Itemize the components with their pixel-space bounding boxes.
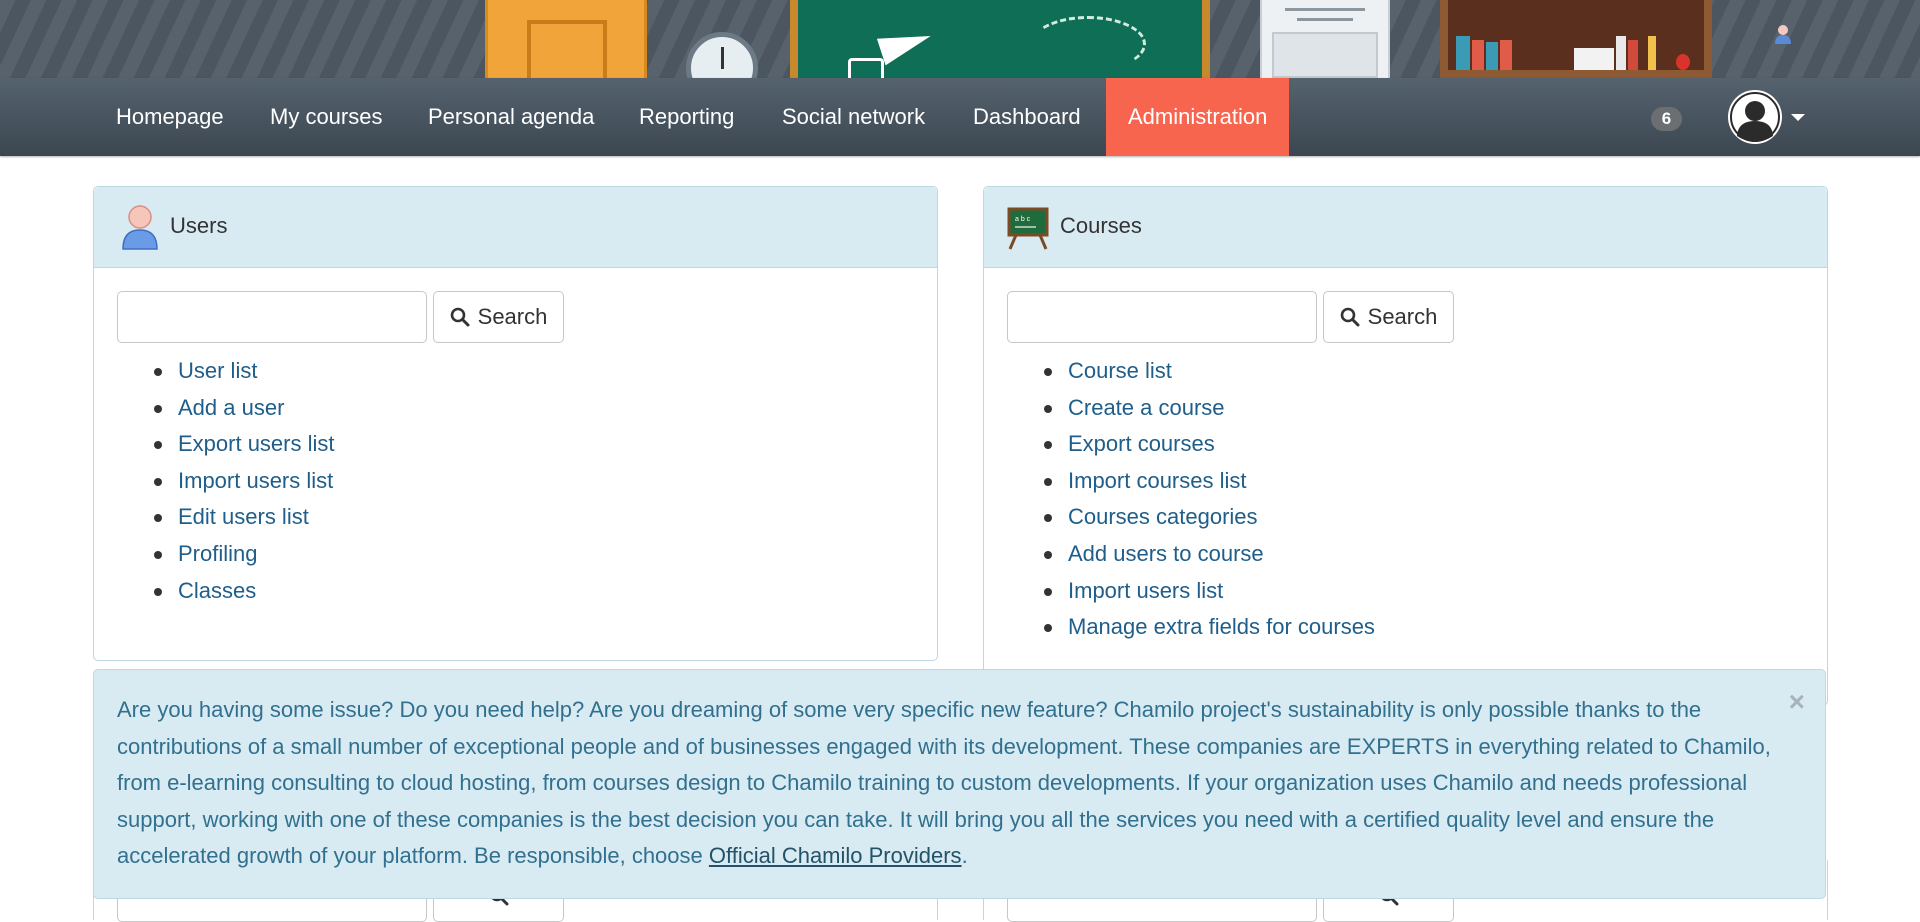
chalkboard-icon: a b c — [1007, 207, 1049, 250]
courses-panel-heading: a b c Courses — [984, 187, 1827, 268]
courses-link-list: Course list Create a course Export cours… — [984, 353, 1375, 646]
banner-poster-panel — [1272, 32, 1378, 78]
banner-dashed-path — [1030, 16, 1146, 72]
users-icon — [122, 205, 158, 250]
list-item: Import users list — [154, 463, 335, 500]
user-menu-chevron-down-icon[interactable] — [1791, 114, 1805, 121]
list-item: User list — [154, 353, 335, 390]
list-item: Manage extra fields for courses — [1044, 609, 1375, 646]
users-search-input[interactable] — [117, 291, 427, 343]
nav-social-network[interactable]: Social network — [760, 78, 947, 156]
list-item: Profiling — [154, 536, 335, 573]
link-user-list[interactable]: User list — [178, 358, 257, 383]
list-item: Export users list — [154, 426, 335, 463]
link-create-course[interactable]: Create a course — [1068, 395, 1225, 420]
link-import-users[interactable]: Import users list — [178, 468, 333, 493]
official-providers-link[interactable]: Official Chamilo Providers — [709, 843, 962, 868]
list-item: Import users list — [1044, 573, 1375, 610]
courses-panel: a b c Courses Search Course list Create … — [983, 186, 1828, 706]
user-avatar[interactable] — [1728, 90, 1782, 144]
users-search-label: Search — [477, 304, 548, 329]
nav-dashboard[interactable]: Dashboard — [951, 78, 1103, 156]
list-item: Create a course — [1044, 390, 1375, 427]
list-item: Courses categories — [1044, 499, 1375, 536]
link-add-user[interactable]: Add a user — [178, 395, 284, 420]
list-item: Export courses — [1044, 426, 1375, 463]
avatar-silhouette-icon — [1730, 92, 1780, 142]
users-search-button[interactable]: Search — [433, 291, 564, 343]
courses-search-input[interactable] — [1007, 291, 1317, 343]
link-course-list[interactable]: Course list — [1068, 358, 1172, 383]
link-export-courses[interactable]: Export courses — [1068, 431, 1215, 456]
users-panel-title: Users — [170, 213, 228, 238]
close-icon[interactable]: × — [1789, 688, 1805, 716]
link-import-courses[interactable]: Import courses list — [1068, 468, 1247, 493]
user-status-icon[interactable] — [1774, 24, 1792, 44]
search-icon — [450, 307, 470, 327]
link-courses-categories[interactable]: Courses categories — [1068, 504, 1258, 529]
banner-bookshelf-illustration — [1440, 0, 1712, 78]
link-classes[interactable]: Classes — [178, 578, 256, 603]
courses-search-label: Search — [1367, 304, 1438, 329]
link-import-users-list[interactable]: Import users list — [1068, 578, 1223, 603]
link-export-users[interactable]: Export users list — [178, 431, 335, 456]
notification-badge[interactable]: 6 — [1651, 107, 1682, 131]
nav-reporting[interactable]: Reporting — [617, 78, 756, 156]
courses-search-button[interactable]: Search — [1323, 291, 1454, 343]
link-add-users-to-course[interactable]: Add users to course — [1068, 541, 1264, 566]
nav-personal-agenda[interactable]: Personal agenda — [406, 78, 616, 156]
link-profiling[interactable]: Profiling — [178, 541, 257, 566]
main-navbar: Homepage My courses Personal agenda Repo… — [0, 78, 1920, 156]
link-edit-users[interactable]: Edit users list — [178, 504, 309, 529]
search-icon — [1340, 307, 1360, 327]
banner-clock-illustration — [686, 32, 758, 78]
list-item: Classes — [154, 573, 335, 610]
nav-administration[interactable]: Administration — [1106, 78, 1290, 156]
courses-panel-title: Courses — [1060, 213, 1142, 238]
list-item: Course list — [1044, 353, 1375, 390]
list-item: Edit users list — [154, 499, 335, 536]
header-banner — [0, 0, 1920, 78]
list-item: Add a user — [154, 390, 335, 427]
banner-poster-line — [1297, 18, 1353, 21]
users-panel-heading: Users — [94, 187, 937, 268]
banner-chalk-drawing — [848, 58, 884, 78]
nav-homepage[interactable]: Homepage — [94, 78, 246, 156]
support-alert: Are you having some issue? Do you need h… — [93, 669, 1826, 899]
list-item: Import courses list — [1044, 463, 1375, 500]
alert-suffix: . — [961, 843, 968, 869]
nav-my-courses[interactable]: My courses — [248, 78, 404, 156]
svg-text:a b c: a b c — [1015, 216, 1031, 223]
link-manage-extra-fields[interactable]: Manage extra fields for courses — [1068, 614, 1375, 639]
list-item: Add users to course — [1044, 536, 1375, 573]
users-link-list: User list Add a user Export users list I… — [94, 353, 335, 609]
banner-cabinet-door — [527, 20, 607, 78]
users-panel: Users Search User list Add a user Export… — [93, 186, 938, 661]
banner-poster-line — [1285, 8, 1365, 11]
